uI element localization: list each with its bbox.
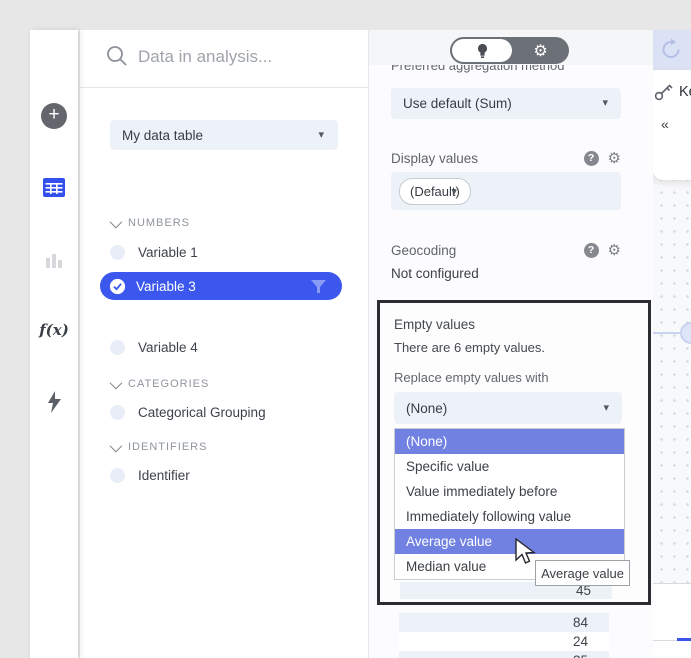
geocoding-row: Geocoding ? ⚙ [391, 242, 621, 258]
option-immediately-following-value[interactable]: Immediately following value [395, 504, 624, 529]
group-header-numbers[interactable]: NUMBERS [109, 215, 191, 231]
option-average-value[interactable]: Average value [395, 529, 624, 554]
panel-mode-toggle[interactable]: ⚙ [450, 37, 569, 64]
table-row: 84 [399, 613, 609, 632]
group-label: CATEGORIES [128, 378, 210, 390]
help-icon[interactable]: ? [583, 150, 599, 166]
replace-empty-values-option-list: (None) Specific value Value immediately … [394, 428, 625, 580]
caret-down-icon: ▾ [451, 186, 457, 198]
lightbulb-icon [477, 43, 487, 58]
replace-empty-values-label: Replace empty values with [394, 370, 549, 385]
caret-down-icon: ▾ [318, 129, 324, 141]
collapse-panel-button[interactable]: « [661, 116, 669, 132]
column-bullet [110, 467, 125, 483]
key-label: Ke [679, 83, 691, 100]
data-table-selector-value: My data table [122, 128, 204, 143]
option-specific-value[interactable]: Specific value [395, 454, 624, 479]
geocoding-status: Not configured [391, 266, 479, 281]
group-header-identifiers[interactable]: IDENTIFIERS [109, 439, 208, 455]
column-properties-panel: Preferred aggregation method ⚙ Use defau… [368, 30, 653, 658]
divider [80, 87, 368, 88]
sidebar-tab-visualizations[interactable] [30, 249, 78, 269]
option-none[interactable]: (None) [395, 429, 624, 454]
column-label: Variable 3 [136, 278, 196, 294]
column-item-variable-3-selected[interactable]: Variable 3 [100, 272, 342, 300]
group-label: IDENTIFIERS [128, 441, 208, 453]
filter-funnel-icon[interactable] [311, 280, 326, 293]
help-icon[interactable]: ? [583, 242, 599, 258]
display-values-label: Display values [391, 150, 479, 166]
data-in-analysis-panel: Data in analysis... My data table ▾ NUMB… [80, 30, 368, 658]
plus-icon: + [41, 103, 67, 129]
empty-values-summary: There are 6 empty values. [394, 340, 546, 355]
table-row: 35 [399, 651, 609, 658]
sidebar-tab-functions[interactable]: f(x) [30, 319, 78, 341]
caret-down-icon: ▾ [603, 402, 609, 414]
column-label: Variable 4 [138, 339, 198, 355]
recommendations-toggle-segment[interactable] [452, 39, 512, 62]
data-table-icon [43, 177, 65, 197]
column-label: Identifier [138, 467, 190, 483]
replace-dropdown-value: (None) [406, 401, 448, 416]
column-label: Categorical Grouping [138, 404, 266, 420]
chevron-down-icon [109, 439, 123, 452]
column-item-variable-4[interactable]: Variable 4 [110, 338, 198, 356]
column-label: Variable 1 [138, 244, 198, 260]
group-header-categories[interactable]: CATEGORIES [109, 376, 210, 392]
option-value-immediately-before[interactable]: Value immediately before [395, 479, 624, 504]
aggregation-dropdown[interactable]: Use default (Sum) ▾ [391, 88, 621, 119]
check-circle-icon [109, 278, 126, 294]
settings-toggle-segment[interactable]: ⚙ [512, 37, 569, 64]
bar-chart-icon [46, 254, 62, 268]
column-bullet [110, 339, 125, 355]
geocoding-label: Geocoding [391, 242, 457, 258]
key-row[interactable]: Ke [654, 82, 691, 101]
data-table-selector[interactable]: My data table ▾ [110, 120, 338, 150]
search-icon [107, 46, 127, 66]
gear-icon: ⚙ [533, 42, 548, 60]
fx-icon: f(x) [39, 321, 69, 339]
mouse-cursor [515, 538, 536, 564]
display-values-field: (Default) ▾ [391, 172, 621, 210]
panel-top-strip: ⚙ [369, 30, 653, 65]
column-bullet [110, 404, 125, 420]
column-item-identifier[interactable]: Identifier [110, 466, 190, 484]
group-label: NUMBERS [128, 217, 191, 229]
canvas-edge-zone: Ke « [652, 30, 691, 658]
chevron-down-icon [109, 376, 123, 389]
sparkline-segment [677, 638, 691, 641]
connector-line [652, 332, 682, 334]
table-row: 24 [399, 632, 609, 651]
toolbar-highlight-band [652, 30, 691, 70]
sidebar-tab-actions[interactable] [30, 391, 78, 413]
search-bar[interactable]: Data in analysis... [80, 30, 368, 87]
average-value-tooltip: Average value [535, 560, 630, 586]
column-bullet [110, 244, 125, 260]
key-icon [654, 84, 673, 101]
sidebar-tab-data-table[interactable] [30, 176, 78, 198]
aggregation-value: Use default (Sum) [403, 96, 512, 111]
display-values-row: Display values ? ⚙ [391, 150, 621, 166]
gear-icon[interactable]: ⚙ [608, 243, 621, 258]
column-item-categorical-grouping[interactable]: Categorical Grouping [110, 403, 266, 421]
caret-down-icon: ▾ [602, 97, 608, 109]
column-item-variable-1[interactable]: Variable 1 [110, 243, 198, 261]
left-icon-rail: + f(x) [30, 30, 78, 658]
chevron-down-icon [109, 215, 123, 228]
search-input[interactable]: Data in analysis... [138, 47, 272, 67]
empty-values-title: Empty values [394, 317, 476, 332]
display-values-pill-dropdown[interactable]: (Default) ▾ [399, 178, 471, 205]
gear-icon[interactable]: ⚙ [608, 151, 621, 166]
replace-empty-values-dropdown[interactable]: (None) ▾ [394, 392, 622, 424]
lightning-icon [47, 391, 61, 413]
refresh-icon[interactable] [659, 37, 684, 62]
add-data-button[interactable]: + [30, 103, 78, 129]
table-corner [652, 584, 691, 658]
